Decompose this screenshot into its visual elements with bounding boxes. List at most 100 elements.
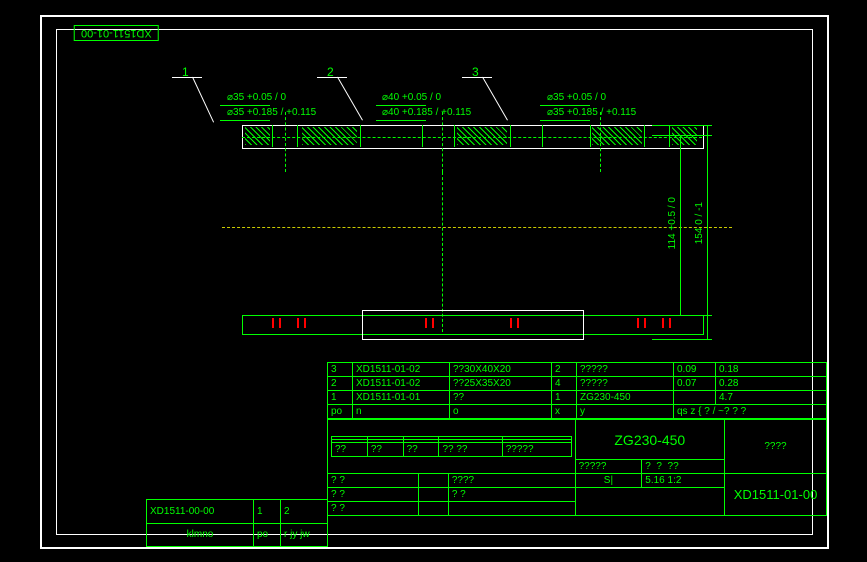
dim-h-r2 [540, 120, 590, 121]
dim-h-c2 [376, 120, 426, 121]
hatch-1 [245, 127, 270, 145]
ext-h2 [652, 315, 712, 316]
red-mark-5 [425, 318, 427, 328]
edge-9 [644, 125, 645, 147]
bom-spec-2: ??25X35X20 [450, 377, 552, 391]
title-block: 3 XD1511-01-02 ??30X40X20 2 ????? 0.09 0… [327, 362, 827, 547]
ext-h3 [652, 125, 712, 126]
edge-3 [360, 125, 361, 147]
bom-spec-1: ?? [450, 391, 552, 405]
top-section-view [242, 125, 702, 147]
red-mark-7 [510, 318, 512, 328]
scale-lbl: S| [575, 474, 642, 488]
dim-40-upper: ⌀40 +0.05 / 0 [382, 92, 441, 103]
bom-row-2: 2 XD1511-01-02 ??25X35X20 4 ????? 0.07 0… [328, 377, 827, 391]
rev-q2: ?? [367, 443, 403, 457]
scale-val: 5.16 [645, 475, 664, 486]
bore-centerline-3 [600, 112, 601, 172]
rev-a: ? [645, 461, 651, 472]
bom-h-code: n [353, 405, 450, 419]
red-mark-8 [517, 318, 519, 328]
bom-n-2: 2 [328, 377, 353, 391]
bom-h-qq: ? ? [732, 406, 746, 417]
bom-w2-3: 0.18 [716, 363, 827, 377]
edge-10 [669, 125, 670, 147]
bom-row-3: 3 XD1511-01-02 ??30X40X20 2 ????? 0.09 0… [328, 363, 827, 377]
bom-n-3: 3 [328, 363, 353, 377]
red-mark-1 [272, 318, 274, 328]
bore-centerline-2 [442, 112, 443, 172]
bom-w1-3: 0.09 [674, 363, 716, 377]
side-code: XD1511-00-00 [147, 500, 254, 524]
red-mark-11 [662, 318, 664, 328]
side-n1: 1 [254, 500, 281, 524]
dim-35-upper-l: ⌀35 +0.05 / 0 [227, 92, 286, 103]
scale-ratio: 1:2 [668, 475, 682, 486]
dim-h-l2 [220, 120, 270, 121]
side-c3: jw [300, 529, 309, 540]
ext-h1 [652, 135, 712, 136]
bom-q-3: 2 [552, 363, 577, 377]
dim-154-line [707, 125, 708, 340]
bom-row-1: 1 XD1511-01-01 ?? 1 ZG230-450 4.7 [328, 391, 827, 405]
edge-4 [422, 125, 423, 147]
rev-b: ? [656, 461, 662, 472]
sig-4: ???? [448, 474, 575, 488]
bom-h-tilde: ? / ~? [704, 406, 729, 417]
dim-h-c1 [376, 105, 426, 106]
side-name: klmno [147, 523, 254, 547]
sig-5: ? ? [448, 488, 575, 502]
bom-table: 3 XD1511-01-02 ??30X40X20 2 ????? 0.09 0… [327, 362, 827, 419]
hatch-3 [457, 127, 507, 145]
rev-q4: ?? ?? [439, 443, 502, 457]
red-mark-3 [297, 318, 299, 328]
rev-c: ?? [668, 461, 679, 472]
bom-w1-2: 0.07 [674, 377, 716, 391]
bom-code-2: XD1511-01-02 [353, 377, 450, 391]
edge-8 [590, 125, 591, 147]
ext-h4 [652, 339, 712, 340]
bom-q-2: 4 [552, 377, 577, 391]
dim-114-line [680, 135, 681, 315]
bom-h-z: z [690, 406, 695, 417]
bom-q-1: 1 [552, 391, 577, 405]
bom-h-rest: qs z { ? / ~? ? ? [674, 405, 827, 419]
edge-2 [297, 125, 298, 147]
bom-spec-3: ??30X40X20 [450, 363, 552, 377]
side-c2: r jy [284, 529, 297, 540]
edge-7 [542, 125, 543, 147]
red-mark-2 [279, 318, 281, 328]
bom-header-row: po n o x y qs z { ? / ~? ? ? [328, 405, 827, 419]
leader-line-1 [172, 77, 202, 78]
dim-154: 154 0 / -1 [694, 202, 705, 244]
leader-line-2 [317, 77, 347, 78]
bore-centerline-1 [285, 112, 286, 172]
vertical-centerline [442, 172, 443, 332]
hatch-2 [302, 127, 357, 145]
dim-35-lower-l: ⌀35 +0.185 / +0.115 [227, 107, 316, 118]
bom-code-1: XD1511-01-01 [353, 391, 450, 405]
drawing-number-header: XD1511-01-00 [74, 25, 159, 41]
sig-2: ? ? [328, 488, 419, 502]
bom-code-3: XD1511-01-02 [353, 363, 450, 377]
red-mark-10 [644, 318, 646, 328]
bom-note-1: ZG230-450 [577, 391, 674, 405]
dim-40-lower: ⌀40 +0.185 / +0.115 [382, 107, 471, 118]
outer-frame: XD1511-01-00 1 2 3 ⌀35 +0.05 / 0 ⌀35 +0.… [40, 15, 829, 549]
red-mark-9 [637, 318, 639, 328]
bom-note-3: ????? [577, 363, 674, 377]
material-cell: ZG230-450 [575, 420, 724, 460]
bom-w2-2: 0.28 [716, 377, 827, 391]
side-n2: 2 [281, 500, 328, 524]
bom-h-qs: qs [677, 406, 688, 417]
bom-h-x: x [552, 405, 577, 419]
leader-line-3 [462, 77, 492, 78]
hatch-5 [672, 127, 697, 145]
drawing-no-cell: XD1511-01-00 [725, 474, 827, 516]
dim-114: 114 +0.5 / 0 [667, 197, 678, 249]
bottom-body [362, 310, 584, 340]
dim-h-r1 [540, 105, 590, 106]
bottom-section-view [242, 310, 702, 340]
edge-5 [454, 125, 455, 147]
rev-q1: ?? [332, 443, 368, 457]
